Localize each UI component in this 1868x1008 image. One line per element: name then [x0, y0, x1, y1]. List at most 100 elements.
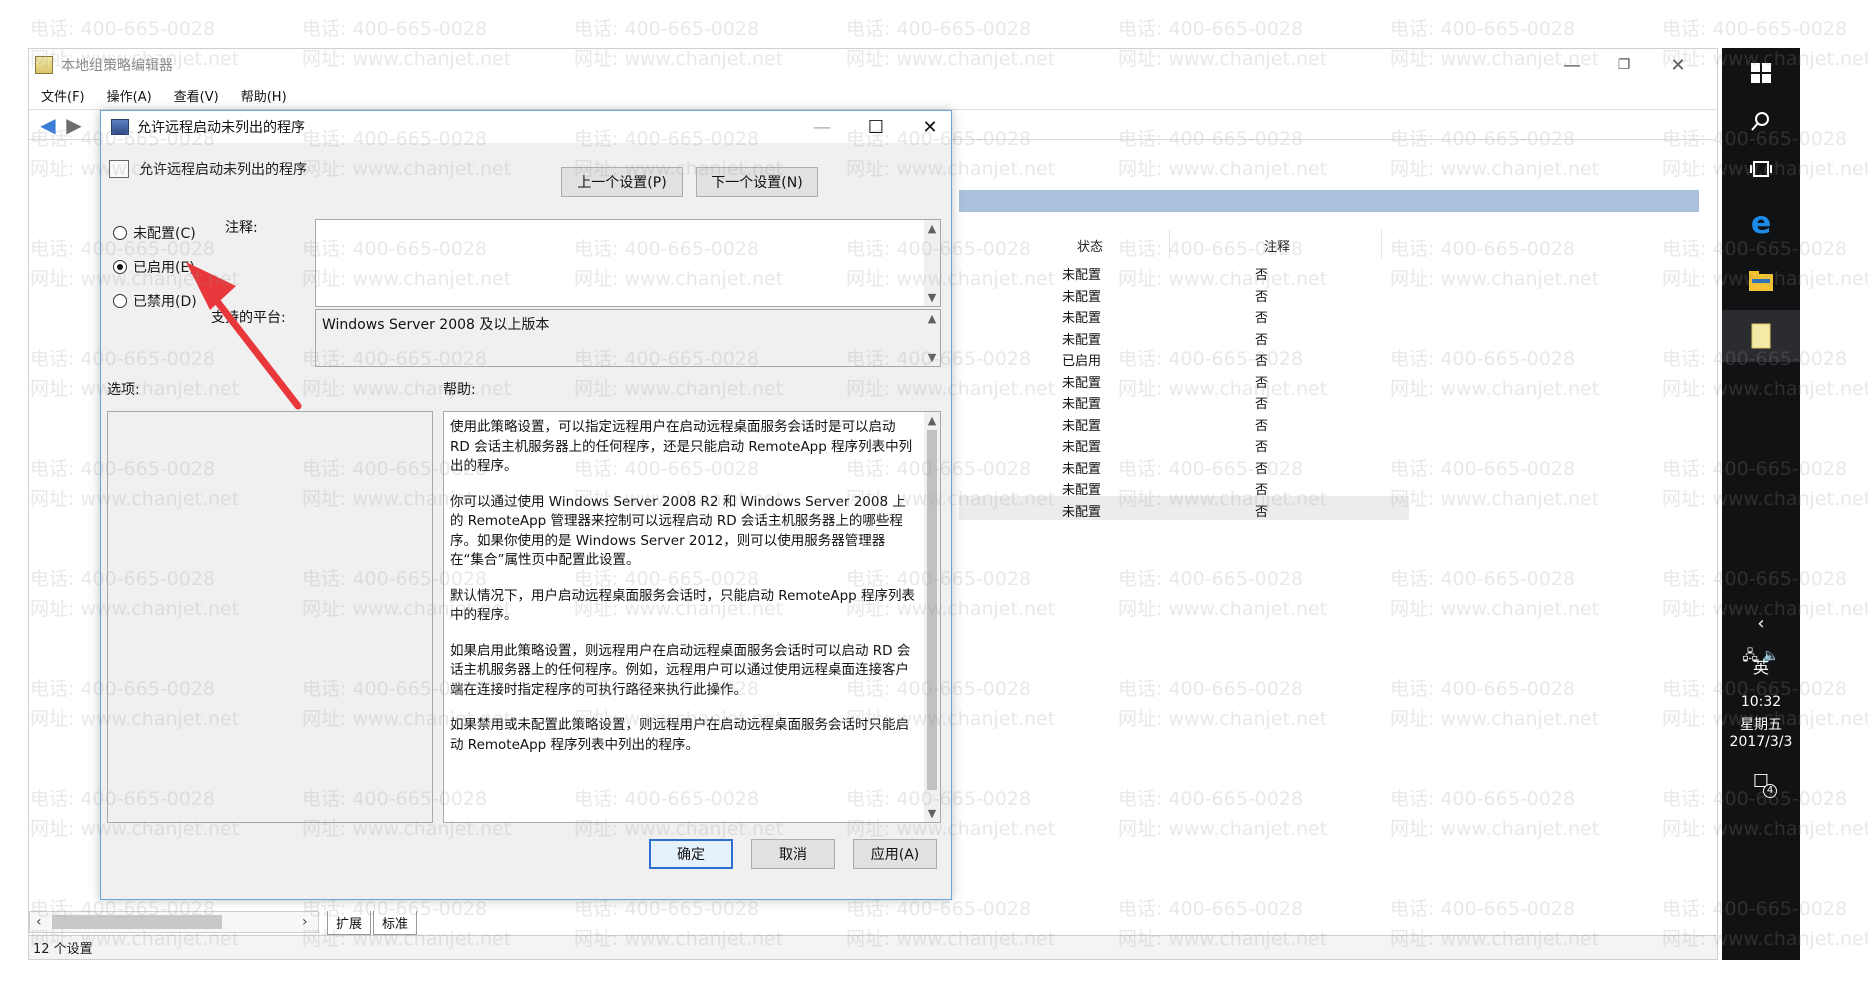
column-header-state[interactable]: 状态 [1077, 236, 1103, 255]
row-state[interactable]: 未配置 [1062, 458, 1101, 477]
next-setting-button[interactable]: 下一个设置(N) [696, 167, 818, 197]
row-comment[interactable]: 否 [1255, 372, 1268, 391]
tab-extended[interactable]: 扩展 [327, 911, 372, 935]
internet-explorer-icon[interactable]: e [1722, 200, 1800, 246]
row-state[interactable]: 未配置 [1062, 501, 1101, 520]
row-comment[interactable]: 否 [1255, 458, 1268, 477]
comment-label: 注释: [225, 220, 258, 236]
watermark-phone: 电话: 400-665-0028 [1118, 18, 1304, 40]
policy-setting-dialog: 允许远程启动未列出的程序 — ☐ ✕ 允许远程启动未列出的程序 上一个设置(P)… [100, 110, 952, 900]
row-comment[interactable]: 否 [1255, 286, 1268, 305]
column-header-comment[interactable]: 注释 [1264, 236, 1290, 255]
task-view-icon[interactable] [1722, 146, 1800, 192]
row-comment[interactable]: 否 [1255, 501, 1268, 520]
minimize-button[interactable]: — [1549, 49, 1595, 81]
radio-circle[interactable] [113, 294, 127, 308]
radio-not-configured[interactable]: 未配置(C) [113, 223, 196, 243]
watermark-phone: 电话: 400-665-0028 [1662, 18, 1848, 40]
help-paragraph: 如果启用此策略设置，则远程用户在启动远程桌面服务会话时可以启动 RD 会话主机服… [450, 642, 911, 698]
row-comment[interactable]: 否 [1255, 415, 1268, 434]
help-scrollbar[interactable]: ▲ ▼ [924, 412, 940, 822]
policy-editor-taskbar-icon[interactable] [1722, 310, 1800, 362]
scroll-thumb[interactable] [52, 915, 222, 929]
options-panel [107, 411, 433, 823]
scroll-down-icon[interactable]: ▼ [924, 807, 940, 820]
dialog-close-button[interactable]: ✕ [907, 111, 953, 143]
column-divider[interactable] [1381, 230, 1382, 258]
search-icon[interactable] [1722, 98, 1800, 144]
row-comment[interactable]: 否 [1255, 264, 1268, 283]
ime-indicator[interactable]: 英 [1722, 654, 1800, 678]
dialog-maximize-button[interactable]: ☐ [853, 111, 899, 143]
watermark-phone: 电话: 400-665-0028 [30, 18, 216, 40]
clock-weekday[interactable]: 星期五 [1722, 714, 1800, 734]
row-state[interactable]: 已启用 [1062, 350, 1101, 369]
radio-disabled[interactable]: 已禁用(D) [113, 291, 197, 311]
row-state[interactable]: 未配置 [1062, 264, 1101, 283]
notification-count-badge: 4 [1763, 783, 1778, 798]
dialog-title: 允许远程启动未列出的程序 [137, 120, 305, 136]
status-bar: 12 个设置 [29, 935, 1717, 959]
main-title-bar: 本地组策略编辑器 — ❐ ✕ [29, 49, 1717, 81]
back-arrow-icon[interactable]: ◀ [35, 114, 61, 136]
menu-help[interactable]: 帮助(H) [241, 86, 287, 105]
scroll-left-icon[interactable]: ‹ [36, 912, 42, 932]
row-state[interactable]: 未配置 [1062, 307, 1101, 326]
file-explorer-icon[interactable] [1722, 258, 1800, 304]
watermark-phone: 电话: 400-665-0028 [846, 18, 1032, 40]
row-comment[interactable]: 否 [1255, 307, 1268, 326]
scroll-down-icon[interactable]: ▼ [924, 351, 940, 364]
restore-button[interactable]: ❐ [1601, 49, 1647, 81]
menu-action[interactable]: 操作(A) [107, 86, 152, 105]
row-state[interactable]: 未配置 [1062, 436, 1101, 455]
row-comment[interactable]: 否 [1255, 479, 1268, 498]
row-comment[interactable]: 否 [1255, 393, 1268, 412]
forward-arrow-icon[interactable]: ▶ [61, 114, 87, 136]
row-state[interactable]: 未配置 [1062, 286, 1101, 305]
row-state[interactable]: 未配置 [1062, 329, 1101, 348]
row-state[interactable]: 未配置 [1062, 372, 1101, 391]
row-comment[interactable]: 否 [1255, 329, 1268, 348]
row-state[interactable]: 未配置 [1062, 479, 1101, 498]
clock-time[interactable]: 10:32 [1722, 694, 1800, 710]
radio-circle[interactable] [113, 226, 127, 240]
menu-view[interactable]: 查看(V) [174, 86, 219, 105]
platform-label: 支持的平台: [211, 310, 286, 326]
windows-start-icon[interactable] [1722, 50, 1800, 96]
clock-date[interactable]: 2017/3/3 [1722, 734, 1800, 750]
help-scroll-thumb[interactable] [927, 430, 937, 790]
menu-file[interactable]: 文件(F) [41, 86, 85, 105]
scroll-down-icon[interactable]: ▼ [924, 291, 940, 304]
radio-label: 未配置(C) [133, 226, 196, 242]
platform-scrollbar[interactable]: ▲ ▼ [924, 310, 940, 366]
comment-textarea[interactable]: ▲ ▼ [315, 219, 941, 307]
scroll-up-icon[interactable]: ▲ [924, 414, 940, 427]
help-paragraph: 使用此策略设置，可以指定远程用户在启动远程桌面服务会话时是可以启动 RD 会话主… [450, 419, 913, 474]
row-state[interactable]: 未配置 [1062, 415, 1101, 434]
close-button[interactable]: ✕ [1655, 49, 1701, 81]
hover-row-highlight [959, 496, 1409, 520]
cancel-button[interactable]: 取消 [751, 839, 835, 869]
scroll-up-icon[interactable]: ▲ [924, 312, 940, 325]
tab-standard[interactable]: 标准 [373, 911, 418, 935]
watermark-phone: 电话: 400-665-0028 [574, 18, 760, 40]
radio-label: 已禁用(D) [133, 294, 197, 310]
row-comment[interactable]: 否 [1255, 436, 1268, 455]
dialog-title-bar: 允许远程启动未列出的程序 — ☐ ✕ [101, 111, 951, 143]
dialog-minimize-button[interactable]: — [799, 111, 845, 143]
scroll-right-icon[interactable]: › [302, 912, 308, 932]
column-divider[interactable] [1169, 230, 1170, 258]
radio-circle[interactable] [113, 260, 127, 274]
ok-button[interactable]: 确定 [649, 839, 733, 869]
scroll-up-icon[interactable]: ▲ [924, 222, 940, 235]
row-comment[interactable]: 否 [1255, 350, 1268, 369]
apply-button[interactable]: 应用(A) [853, 839, 937, 869]
previous-setting-button[interactable]: 上一个设置(P) [561, 167, 683, 197]
comment-scrollbar[interactable]: ▲ ▼ [924, 220, 940, 306]
action-center-icon[interactable]: ☐ 4 [1722, 758, 1800, 804]
row-state[interactable]: 未配置 [1062, 393, 1101, 412]
radio-label: 已启用(E) [133, 260, 195, 276]
policy-icon [111, 119, 129, 135]
horizontal-scrollbar[interactable]: ‹ › [29, 911, 319, 933]
radio-enabled[interactable]: 已启用(E) [113, 257, 195, 277]
